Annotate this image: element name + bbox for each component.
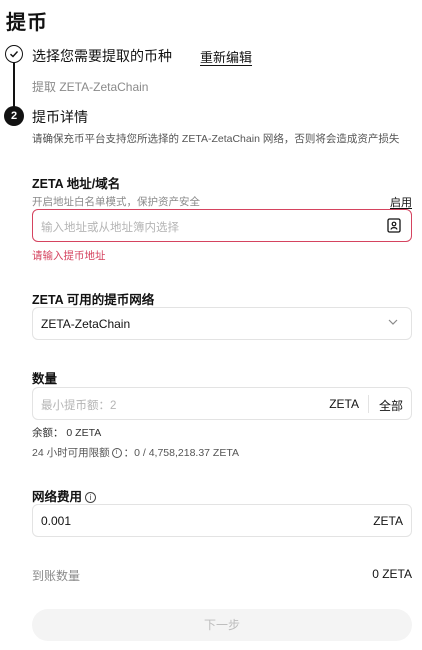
page-title: 提币 <box>6 12 48 34</box>
step2-number-badge: 2 <box>4 106 24 126</box>
fee-label-row: 网络费用 i <box>32 486 97 505</box>
daily-limit-label: 24 小时可用限额 <box>32 447 110 459</box>
step-complete-check-icon <box>5 45 23 63</box>
address-input[interactable]: 输入地址或从地址簿内选择 <box>32 209 412 242</box>
fee-unit: ZETA <box>373 514 403 528</box>
chevron-down-icon <box>388 319 398 325</box>
network-warning-text: 请确保充币平台支持您所选择的 ZETA-ZetaChain 网络，否则将会造成资… <box>32 133 400 145</box>
fee-value: 0.001 <box>41 514 72 528</box>
info-icon[interactable]: i <box>111 448 122 459</box>
fee-field: 0.001 ZETA <box>32 504 412 537</box>
max-amount-button[interactable]: 全部 <box>379 397 403 414</box>
amount-placeholder: 最小提币额：2 <box>41 400 117 412</box>
balance-text: 余额： 0 ZETA <box>32 427 102 439</box>
selected-coin-summary: 提取 ZETA-ZetaChain <box>32 80 149 94</box>
address-book-icon[interactable] <box>387 218 401 233</box>
amount-divider <box>368 395 369 413</box>
daily-limit-row: 24 小时可用限额 i ：0 / 4,758,218.37 ZETA <box>32 445 239 460</box>
amount-label: 数量 <box>32 372 58 386</box>
amount-input[interactable]: 最小提币额：2 ZETA 全部 <box>32 387 412 420</box>
address-error-message: 请输入提币地址 <box>32 250 106 262</box>
received-amount-value: 0 ZETA <box>372 567 412 581</box>
network-selected-value: ZETA-ZetaChain <box>41 317 131 331</box>
amount-unit: ZETA <box>329 397 359 411</box>
next-step-button[interactable]: 下一步 <box>32 609 412 641</box>
step2-title: 提币详情 <box>32 109 88 125</box>
network-label: ZETA 可用的提币网络 <box>32 293 155 307</box>
address-placeholder: 输入地址或从地址簿内选择 <box>41 222 179 234</box>
network-select[interactable]: ZETA-ZetaChain <box>32 307 412 340</box>
whitelist-hint: 开启地址白名单模式，保护资产安全 <box>32 196 200 208</box>
re-edit-link[interactable]: 重新编辑 <box>200 47 252 66</box>
fee-info-icon[interactable]: i <box>85 492 97 504</box>
step-connector <box>13 63 15 107</box>
received-amount-label: 到账数量 <box>32 569 81 583</box>
enable-whitelist-link[interactable]: 启用 <box>390 194 412 210</box>
fee-label: 网络费用 <box>32 490 83 504</box>
step1-title: 选择您需要提取的币种 <box>32 48 172 64</box>
address-label: ZETA 地址/域名 <box>32 177 121 191</box>
daily-limit-value: ：0 / 4,758,218.37 ZETA <box>123 447 239 459</box>
